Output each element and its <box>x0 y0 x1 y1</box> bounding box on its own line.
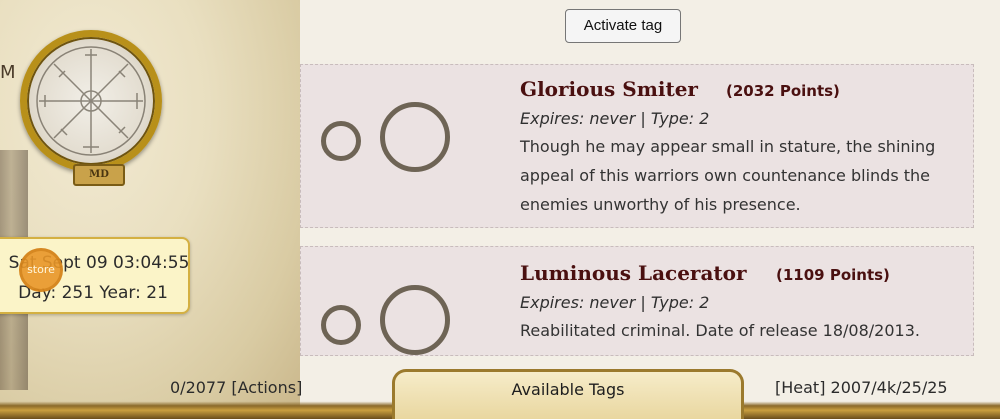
tab-label: Available Tags <box>511 380 625 399</box>
available-tags-tab[interactable]: Available Tags <box>392 369 744 419</box>
tag-description: Reabilitated criminal. Date of release 1… <box>520 321 920 340</box>
tag-points: (2032 Points) <box>726 82 840 100</box>
large-ring-icon <box>380 102 450 172</box>
tag-name: Luminous Lacerator <box>520 261 747 285</box>
small-ring-icon <box>321 305 361 345</box>
tag-meta: Expires: never | Type: 2 <box>520 109 710 128</box>
activate-tag-button[interactable]: Activate tag <box>565 9 681 43</box>
tag-card[interactable]: Glorious Smiter (2032 Points) Expires: n… <box>300 64 974 228</box>
heat-counter: [Heat] 2007/4k/25/25 <box>775 378 948 397</box>
small-ring-icon <box>321 121 361 161</box>
amulet-plate: MD <box>73 164 125 186</box>
actions-counter: 0/2077 [Actions] <box>170 378 303 397</box>
store-button[interactable]: store <box>19 248 63 292</box>
amulet-icon[interactable] <box>20 30 162 172</box>
edge-letter: M <box>0 62 16 83</box>
large-ring-icon <box>380 285 450 355</box>
compass-rune-icon <box>36 46 146 156</box>
tag-meta: Expires: never | Type: 2 <box>520 293 710 312</box>
tag-card[interactable]: Luminous Lacerator (1109 Points) Expires… <box>300 246 974 356</box>
tag-name: Glorious Smiter <box>520 77 698 101</box>
tag-points: (1109 Points) <box>776 266 890 284</box>
tag-description: Though he may appear small in stature, t… <box>520 137 936 214</box>
